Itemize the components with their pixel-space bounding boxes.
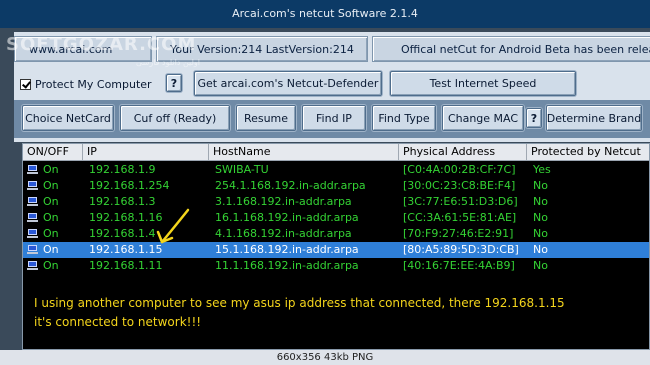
cell-status: On <box>43 179 59 192</box>
cell-host: 11.1.168.192.in-addr.arpa <box>215 259 359 272</box>
protect-help-button[interactable]: ? <box>166 74 182 92</box>
table-row[interactable]: On 192.168.1.15 15.1.168.192.in-addr.arpa [… <box>23 242 649 258</box>
change-mac-button[interactable]: Change MAC <box>442 105 524 131</box>
cell-protected: No <box>533 227 548 240</box>
title-bar: Arcai.com's netcut Software 2.1.4 <box>0 0 650 28</box>
cell-protected: Yes <box>533 163 551 176</box>
table-row[interactable]: On 192.168.1.4 4.1.168.192.in-addr.arpa [70… <box>23 226 649 242</box>
cell-mac: [C0:4A:00:2B:CF:7C] <box>403 163 516 176</box>
netcut-defender-label: Get arcai.com's Netcut-Defender <box>197 77 379 90</box>
netcut-defender-button[interactable]: Get arcai.com's Netcut-Defender <box>194 71 382 96</box>
cut-off-button[interactable]: Cuf off (Ready) <box>120 105 230 131</box>
find-ip-label: Find IP <box>316 111 352 125</box>
cell-host: 4.1.168.192.in-addr.arpa <box>215 227 352 240</box>
computer-icon <box>27 245 38 254</box>
checkbox-checked-icon[interactable] <box>20 78 31 90</box>
version-text: Your Version:214 LastVersion:214 <box>170 42 354 56</box>
cell-mac: [70:F9:27:46:E2:91] <box>403 227 514 240</box>
cell-status: On <box>43 259 59 272</box>
cell-protected: No <box>533 243 548 256</box>
find-type-button[interactable]: Find Type <box>372 105 436 131</box>
test-internet-speed-button[interactable]: Test Internet Speed <box>390 71 576 96</box>
cell-host: 15.1.168.192.in-addr.arpa <box>215 243 359 256</box>
cell-status: On <box>43 243 59 256</box>
cell-host: 16.1.168.192.in-addr.arpa <box>215 211 359 224</box>
promo-text[interactable]: Offical netCut for Android Beta has been… <box>401 43 650 56</box>
site-url[interactable]: www.arcai.com <box>29 43 112 56</box>
toolbar-help-label: ? <box>530 111 538 125</box>
table-row[interactable]: On 192.168.1.254 254.1.168.192.in-addr.arp… <box>23 178 649 194</box>
choice-netcard-label: Choice NetCard <box>25 111 111 125</box>
change-mac-label: Change MAC <box>447 111 519 125</box>
computer-icon <box>27 213 38 222</box>
cell-mac: [3C:77:E6:51:D3:D6] <box>403 195 518 208</box>
computer-icon <box>27 165 38 174</box>
cell-ip: 192.168.1.4 <box>89 227 156 240</box>
cell-mac: [30:0C:23:C8:BE:F4] <box>403 179 516 192</box>
choice-netcard-button[interactable]: Choice NetCard <box>22 105 114 131</box>
cell-ip: 192.168.1.254 <box>89 179 170 192</box>
col-header-hostname[interactable]: HostName <box>209 144 399 160</box>
cell-ip: 192.168.1.15 <box>89 243 163 256</box>
image-info-footer: 660x356 43kb PNG <box>0 350 650 365</box>
table-header: ON/OFF IP HostName Physical Address Prot… <box>23 144 649 161</box>
col-header-protected[interactable]: Protected by Netcut <box>527 144 649 160</box>
annotation-line-1: I using another computer to see my asus … <box>34 296 565 310</box>
cell-protected: No <box>533 179 548 192</box>
find-ip-button[interactable]: Find IP <box>302 105 366 131</box>
cell-protected: No <box>533 259 548 272</box>
resume-label: Resume <box>243 111 289 125</box>
cell-ip: 192.168.1.3 <box>89 195 156 208</box>
cell-host: SWIBA-TU <box>215 163 269 176</box>
promo-panel[interactable]: Offical netCut for Android Beta has been… <box>372 36 650 62</box>
protect-computer-checkbox[interactable]: Protect My Computer <box>20 76 152 92</box>
determine-brand-button[interactable]: Determine Brand <box>546 105 642 131</box>
cell-ip: 192.168.1.11 <box>89 259 163 272</box>
table-row[interactable]: On 192.168.1.16 16.1.168.192.in-addr.arpa [… <box>23 210 649 226</box>
cell-protected: No <box>533 195 548 208</box>
toolbar-help-button[interactable]: ? <box>526 108 542 128</box>
computer-icon <box>27 261 38 270</box>
cell-host: 3.1.168.192.in-addr.arpa <box>215 195 352 208</box>
computer-icon <box>27 197 38 206</box>
annotation-text: I using another computer to see my asus … <box>34 294 565 332</box>
cut-off-label: Cuf off (Ready) <box>133 111 217 125</box>
version-panel: Your Version:214 LastVersion:214 <box>156 36 368 62</box>
help-label: ? <box>170 76 178 90</box>
find-type-label: Find Type <box>378 111 430 125</box>
cell-status: On <box>43 195 59 208</box>
resume-button[interactable]: Resume <box>236 105 296 131</box>
col-header-ip[interactable]: IP <box>83 144 209 160</box>
computer-icon <box>27 181 38 190</box>
window-title: Arcai.com's netcut Software 2.1.4 <box>232 7 418 20</box>
computer-icon <box>27 229 38 238</box>
table-row[interactable]: On 192.168.1.11 11.1.168.192.in-addr.arpa [… <box>23 258 649 274</box>
cell-mac: [80:A5:89:5D:3D:CB] <box>403 243 519 256</box>
col-header-physical-address[interactable]: Physical Address <box>399 144 527 160</box>
netcut-window: Arcai.com's netcut Software 2.1.4 www.ar… <box>0 0 650 350</box>
cell-mac: [CC:3A:61:5E:81:AE] <box>403 211 517 224</box>
cell-ip: 192.168.1.16 <box>89 211 163 224</box>
table-row[interactable]: On 192.168.1.3 3.1.168.192.in-addr.arpa [3C… <box>23 194 649 210</box>
protect-computer-label[interactable]: Protect My Computer <box>35 78 152 91</box>
cell-protected: No <box>533 211 548 224</box>
table-row[interactable]: On 192.168.1.9 SWIBA-TU [C0:4A:00:2B:CF:7C]… <box>23 162 649 178</box>
cell-status: On <box>43 227 59 240</box>
cell-ip: 192.168.1.9 <box>89 163 156 176</box>
cell-status: On <box>43 211 59 224</box>
col-header-onoff[interactable]: ON/OFF <box>23 144 83 160</box>
cell-status: On <box>43 163 59 176</box>
cell-mac: [40:16:7E:EE:4A:B9] <box>403 259 515 272</box>
test-internet-speed-label: Test Internet Speed <box>429 77 537 90</box>
site-url-panel[interactable]: www.arcai.com <box>14 36 152 62</box>
cell-host: 254.1.168.192.in-addr.arpa <box>215 179 366 192</box>
annotation-line-2: it's connected to network!!! <box>34 315 202 329</box>
determine-brand-label: Determine Brand <box>546 111 642 125</box>
